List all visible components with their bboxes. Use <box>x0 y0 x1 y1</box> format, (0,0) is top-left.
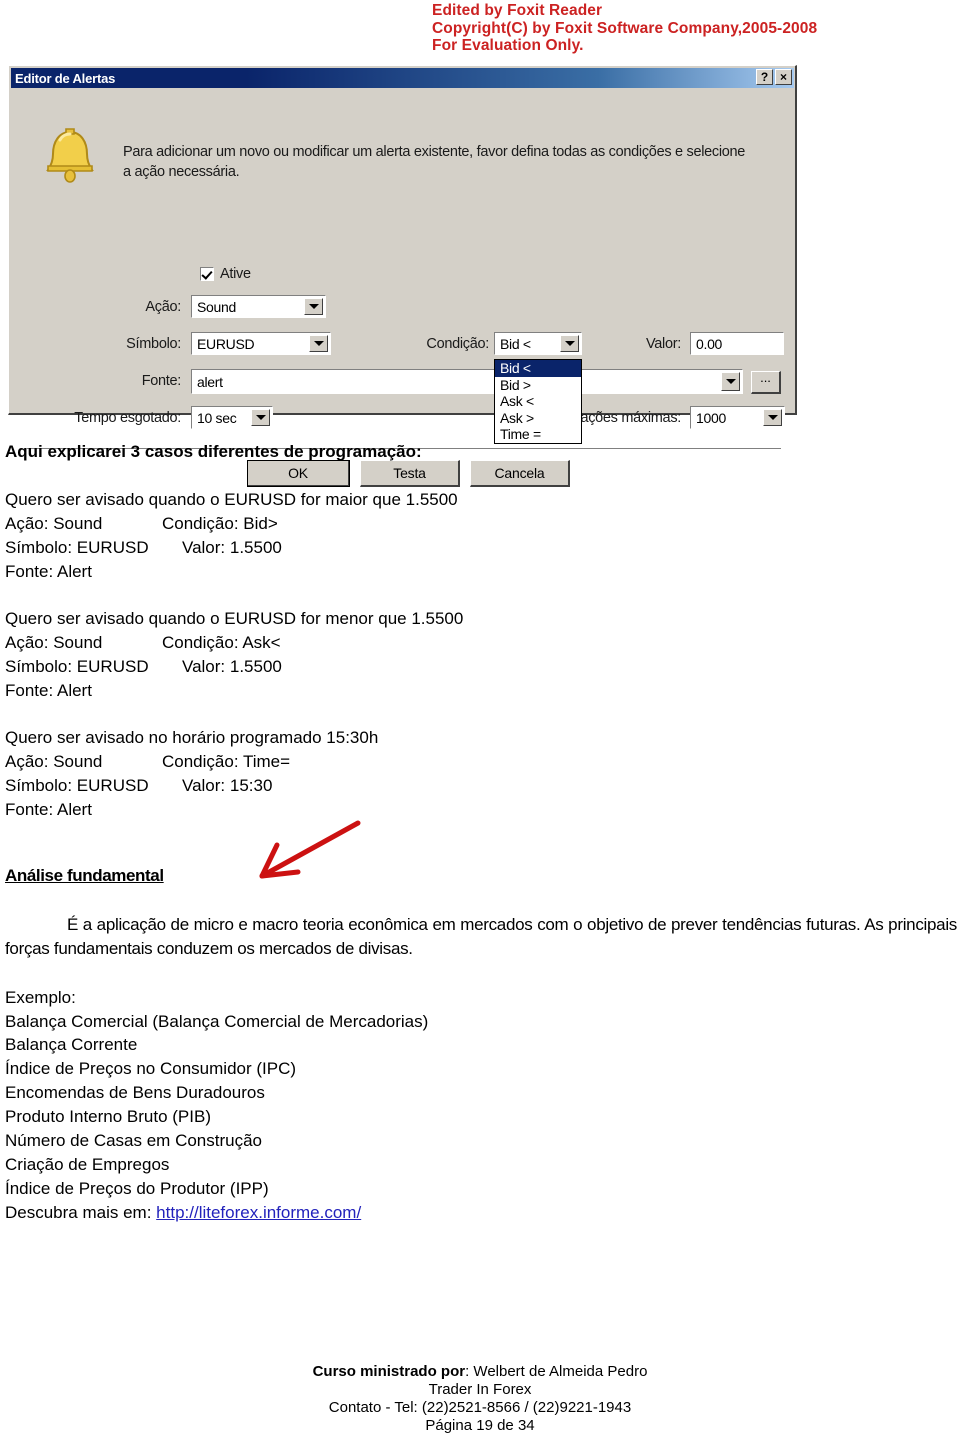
watermark-line-1: Edited by Foxit Reader <box>432 2 603 19</box>
example-item-0: Balança Comercial (Balança Comercial de … <box>5 1012 429 1031</box>
iteracoes-chevron-down-icon[interactable] <box>763 409 782 426</box>
footer-line-1: Curso ministrado por: Welbert de Almeida… <box>0 1363 960 1381</box>
condicao-option-3[interactable]: Ask > <box>495 410 581 427</box>
condicao-chevron-down-icon[interactable] <box>560 335 579 352</box>
dialog-intro-text: Para adicionar um novo ou modificar um a… <box>123 142 783 182</box>
bell-icon <box>46 128 94 183</box>
fonte-value: alert <box>197 373 223 390</box>
red-arrow-annotation <box>259 820 361 879</box>
page-title-colon: : <box>416 442 422 461</box>
case1-intro: Quero ser avisado quando o EURUSD for ma… <box>5 490 458 509</box>
cancel-button[interactable]: Cancela <box>470 460 570 487</box>
tempo-esgotado-select[interactable]: 10 sec <box>191 406 273 429</box>
active-checkbox-label: Ative <box>220 266 251 282</box>
case2-simbolo: Símbolo: EURUSD <box>5 657 149 676</box>
page-footer: Curso ministrado por: Welbert de Almeida… <box>0 1363 960 1435</box>
case3-acao: Ação: Sound <box>5 752 103 771</box>
footer-line-3: Contato - Tel: (22)2521-8566 / (22)9221-… <box>328 1399 632 1416</box>
watermark-line-2: Copyright(C) by Foxit Software Company,2… <box>432 19 818 37</box>
discover-more-line: Descubra mais em: http://liteforex.infor… <box>5 1201 361 1225</box>
dialog-intro-line-1: Para adicionar um novo ou modificar um a… <box>123 144 746 160</box>
dialog-body: Para adicionar um novo ou modificar um a… <box>9 88 795 487</box>
footer-course-instructor: : Welbert de Almeida Pedro <box>465 1363 648 1380</box>
case3-valor: Valor: 15:30 <box>182 776 273 795</box>
exemplo-label: Exemplo: <box>5 988 76 1007</box>
condicao-value: Bid < <box>500 335 531 352</box>
valor-value: 0.00 <box>696 335 723 352</box>
example-item-2: Índice de Preços no Consumidor (IPC) <box>5 1059 297 1078</box>
dialog-intro-line-2: a ação necessária. <box>123 164 240 180</box>
dialog-titlebar[interactable]: Editor de Alertas ? × <box>11 68 794 88</box>
simbolo-label: Símbolo: <box>126 336 181 352</box>
iteracoes-maximas-value: 1000 <box>696 409 726 426</box>
case2-valor: Valor: 1.5500 <box>182 657 282 676</box>
condicao-option-0[interactable]: Bid < <box>495 360 581 377</box>
condicao-label: Condição: <box>426 336 489 352</box>
case2-acao: Ação: Sound <box>5 633 103 652</box>
condicao-option-2[interactable]: Ask < <box>495 393 581 410</box>
case3-simbolo: Símbolo: EURUSD <box>5 776 149 795</box>
alert-editor-dialog: Editor de Alertas ? × Para adicionar um … <box>8 65 797 487</box>
liteforex-link[interactable]: http://liteforex.informe.com/ <box>156 1203 361 1222</box>
footer-course-label: Curso ministrado por <box>312 1363 466 1380</box>
valor-input[interactable]: 0.00 <box>690 332 784 355</box>
condicao-select[interactable]: Bid < <box>494 332 582 355</box>
case1-valor: Valor: 1.5500 <box>182 538 282 557</box>
footer-line-4: Página 19 de 34 <box>425 1417 535 1434</box>
example-item-5: Número de Casas em Construção <box>5 1131 263 1150</box>
page-title: Aqui explicarei 3 casos diferentes de pr… <box>5 440 422 464</box>
analise-fundamental-paragraph: É a aplicação de micro e macro teoria ec… <box>5 915 957 958</box>
iteracoes-maximas-select[interactable]: 1000 <box>690 406 785 429</box>
fonte-browse-button[interactable]: ... <box>751 371 781 394</box>
case2-fonte: Fonte: Alert <box>5 681 92 700</box>
fonte-combobox[interactable]: alert <box>191 369 743 394</box>
example-item-1: Balança Corrente <box>5 1035 138 1054</box>
tempo-esgotado-value: 10 sec <box>197 409 237 426</box>
acao-select[interactable]: Sound <box>191 295 326 318</box>
condicao-dropdown-list[interactable]: Bid < Bid > Ask < Ask > Time = <box>494 359 582 444</box>
watermark-line-3: For Evaluation Only. <box>432 37 584 54</box>
case1-fonte: Fonte: Alert <box>5 562 92 581</box>
foxit-watermark: Edited by Foxit Reader Copyright(C) by F… <box>432 2 952 55</box>
tempo-esgotado-label: Tempo esgotado: <box>74 410 181 426</box>
example-item-4: Produto Interno Bruto (PIB) <box>5 1107 211 1126</box>
case3-intro: Quero ser avisado no horário programado … <box>5 728 379 747</box>
tempo-chevron-down-icon[interactable] <box>251 409 270 426</box>
simbolo-select[interactable]: EURUSD <box>191 332 331 355</box>
active-checkbox[interactable] <box>200 267 214 281</box>
condicao-option-4[interactable]: Time = <box>495 426 581 443</box>
example-item-6: Criação de Empregos <box>5 1155 170 1174</box>
help-icon[interactable]: ? <box>756 69 773 85</box>
simbolo-chevron-down-icon[interactable] <box>309 335 328 352</box>
case1-simbolo: Símbolo: EURUSD <box>5 538 149 557</box>
example-item-3: Encomendas de Bens Duradouros <box>5 1083 265 1102</box>
acao-value: Sound <box>197 298 236 315</box>
case3-condicao: Condição: Time= <box>162 752 291 771</box>
condicao-option-1[interactable]: Bid > <box>495 377 581 394</box>
case1-condicao: Condição: Bid> <box>162 514 278 533</box>
discover-more-prefix: Descubra mais em: <box>5 1203 157 1222</box>
case2-condicao: Condição: Ask< <box>162 633 281 652</box>
section-heading-analise-fundamental: Análise fundamental <box>5 866 164 885</box>
dialog-title: Editor de Alertas <box>15 70 116 86</box>
example-item-7: Índice de Preços do Produtor (IPP) <box>5 1179 269 1198</box>
footer-line-2: Trader In Forex <box>428 1381 532 1398</box>
acao-label: Ação: <box>145 299 181 315</box>
acao-chevron-down-icon[interactable] <box>304 298 323 315</box>
test-button[interactable]: Testa <box>360 460 460 487</box>
fonte-chevron-down-icon[interactable] <box>721 372 740 391</box>
close-icon[interactable]: × <box>775 69 792 85</box>
active-checkbox-row[interactable]: Ative <box>200 266 251 282</box>
case1-acao: Ação: Sound <box>5 514 103 533</box>
case2-intro: Quero ser avisado quando o EURUSD for me… <box>5 609 464 628</box>
titlebar-buttons: ? × <box>756 69 792 85</box>
valor-label: Valor: <box>645 336 681 352</box>
page-title-text: Aqui explicarei 3 casos diferentes de pr… <box>5 442 416 461</box>
ok-button[interactable]: OK <box>247 460 350 487</box>
simbolo-value: EURUSD <box>197 335 255 352</box>
fonte-label: Fonte: <box>141 373 182 389</box>
case3-fonte: Fonte: Alert <box>5 800 92 819</box>
